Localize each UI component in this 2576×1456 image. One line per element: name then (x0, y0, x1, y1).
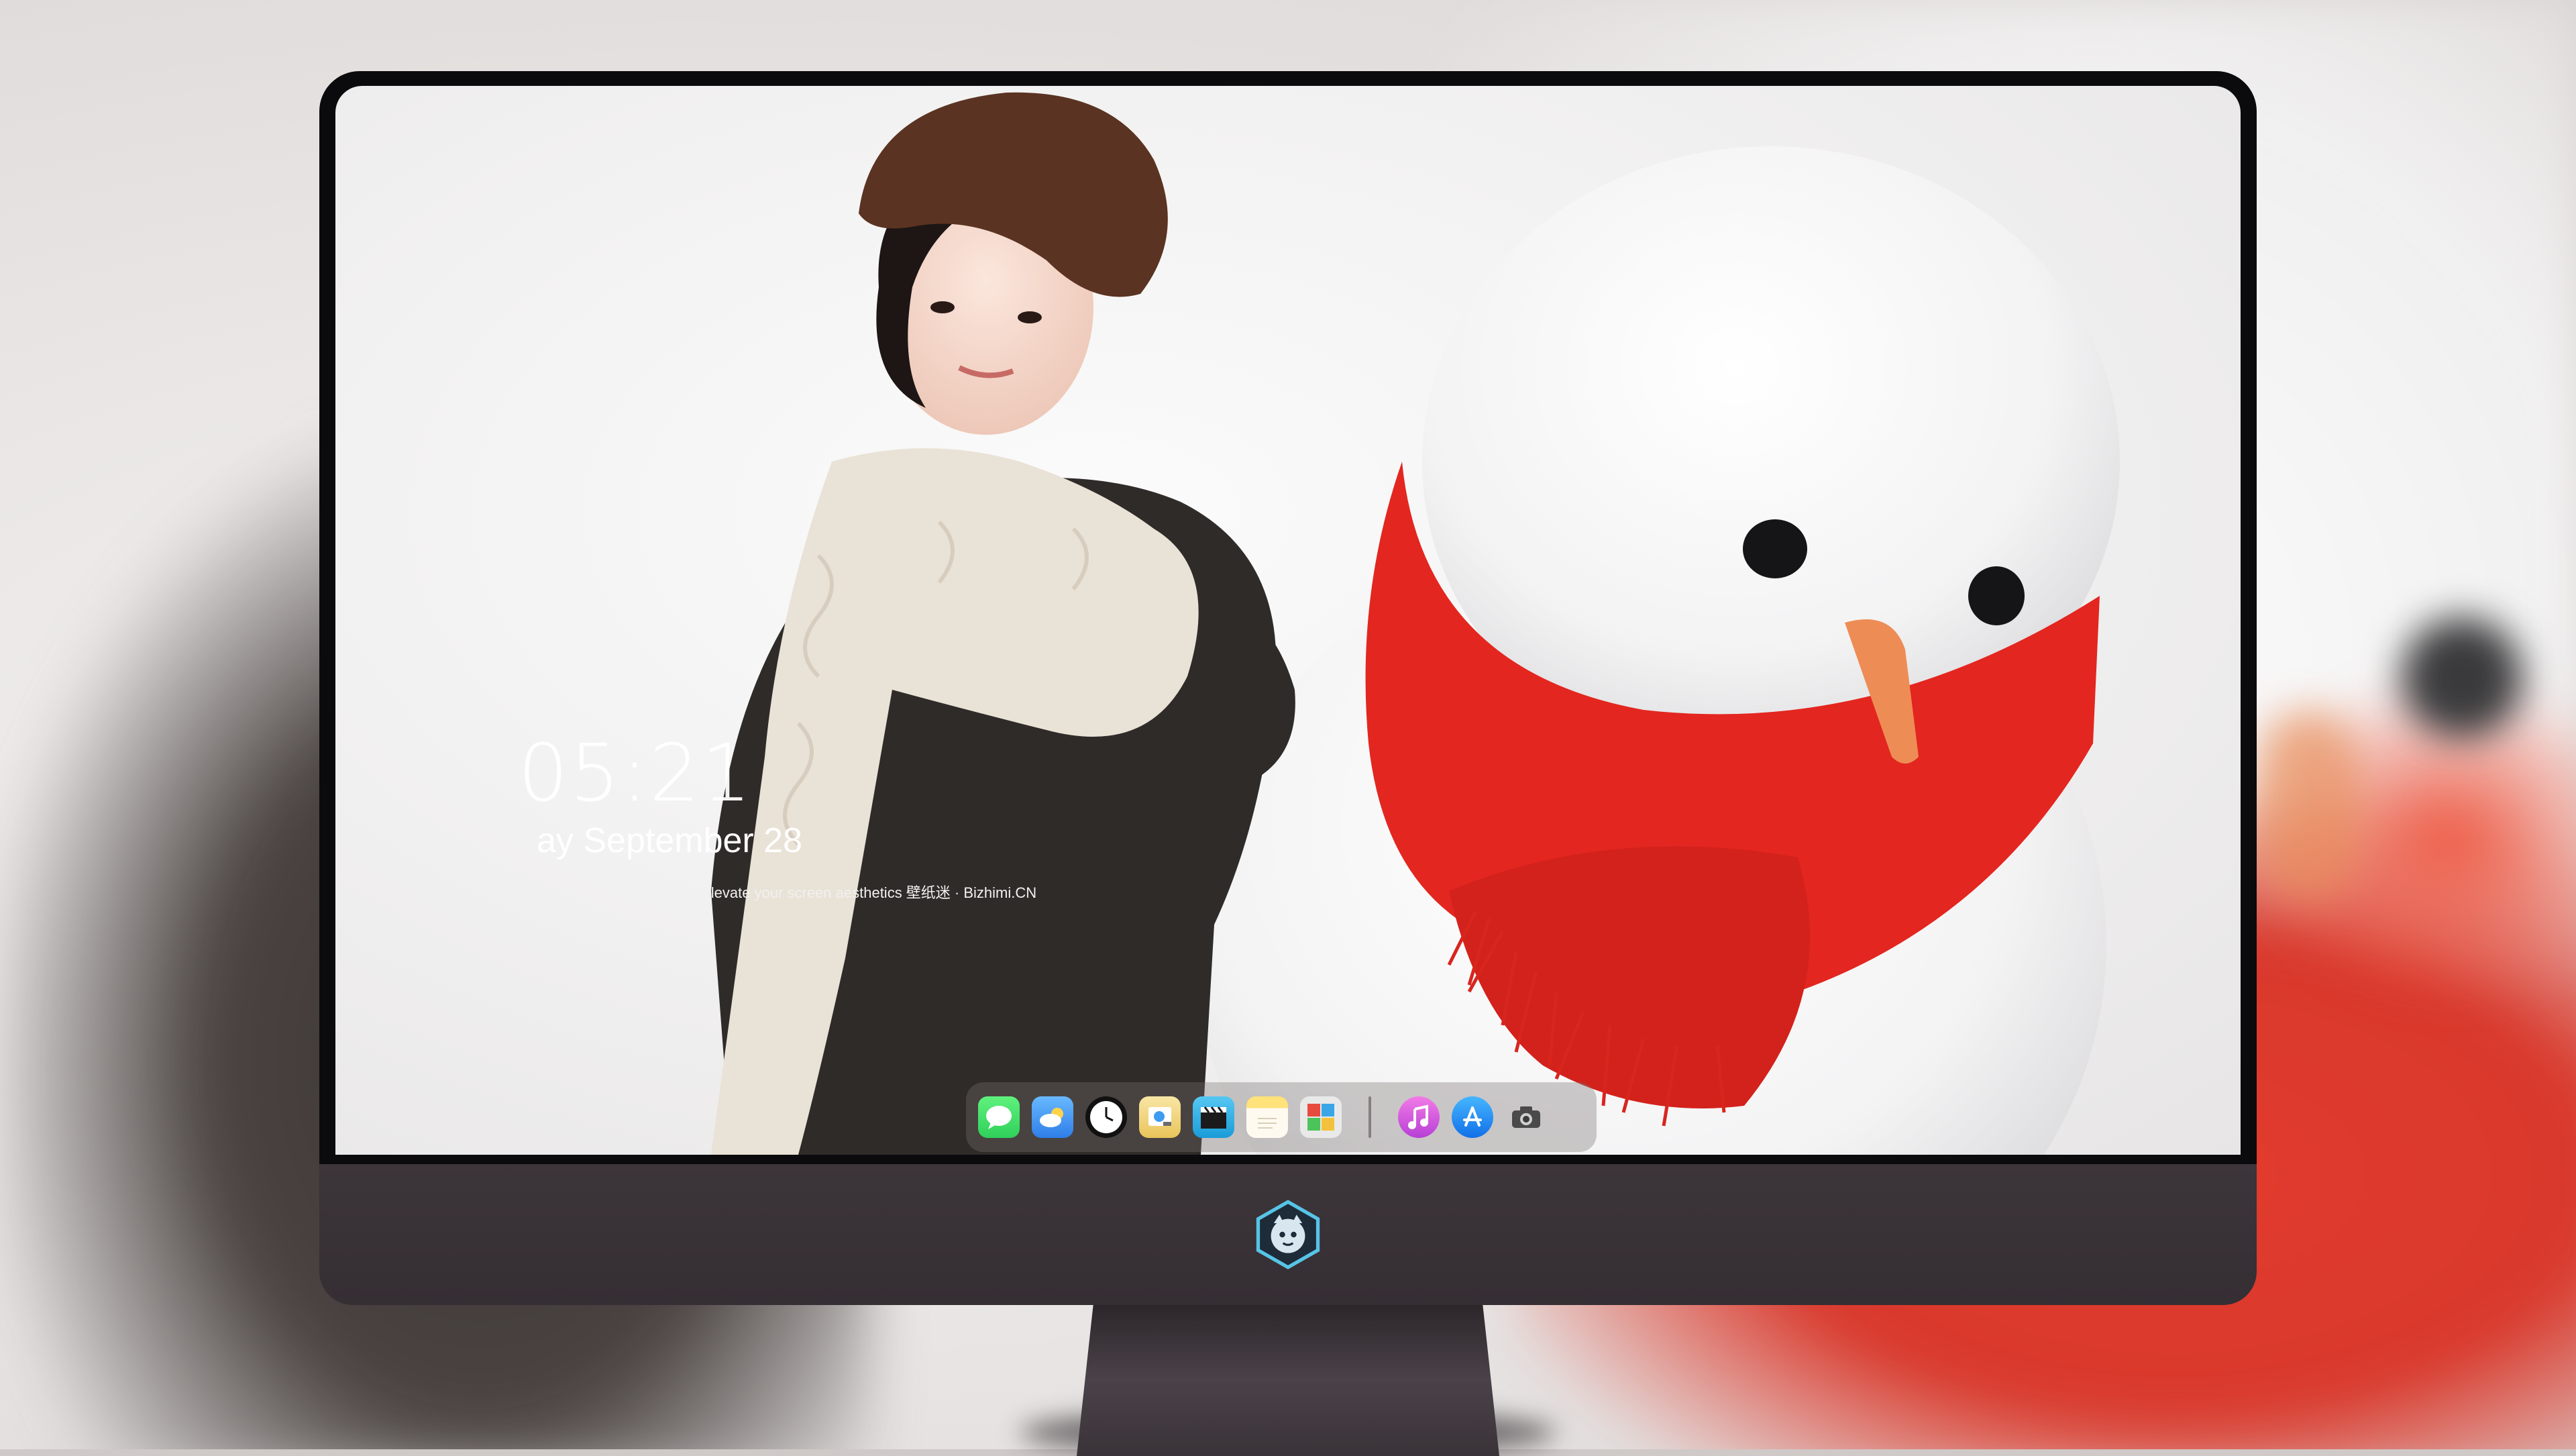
monitor-logo-icon (1256, 1200, 1320, 1269)
monitor-stand (1077, 1302, 1499, 1456)
wallpaper (711, 92, 2120, 1155)
notes-icon[interactable] (1246, 1096, 1288, 1138)
clapperboard-icon[interactable] (1193, 1096, 1234, 1138)
weather-icon[interactable] (1032, 1096, 1073, 1138)
dock (966, 1082, 1597, 1152)
camera-icon[interactable] (1505, 1096, 1547, 1138)
preview-icon[interactable] (1139, 1096, 1181, 1138)
app-store-icon[interactable] (1452, 1096, 1493, 1138)
photo-booth-icon[interactable] (1300, 1096, 1342, 1138)
lockscreen-date: ay September 28 (537, 821, 803, 860)
dock-separator (1368, 1096, 1371, 1138)
lockscreen-time: 05:21 (518, 727, 753, 819)
music-icon[interactable] (1398, 1096, 1440, 1138)
monitor-screen: 05:21 ay September 28 ning wallpapers. E… (335, 86, 2241, 1155)
wallpaper-caption: ning wallpapers. Elevate your screen aes… (590, 884, 1037, 901)
messages-icon[interactable] (978, 1096, 1020, 1138)
clock-icon[interactable] (1085, 1096, 1127, 1138)
